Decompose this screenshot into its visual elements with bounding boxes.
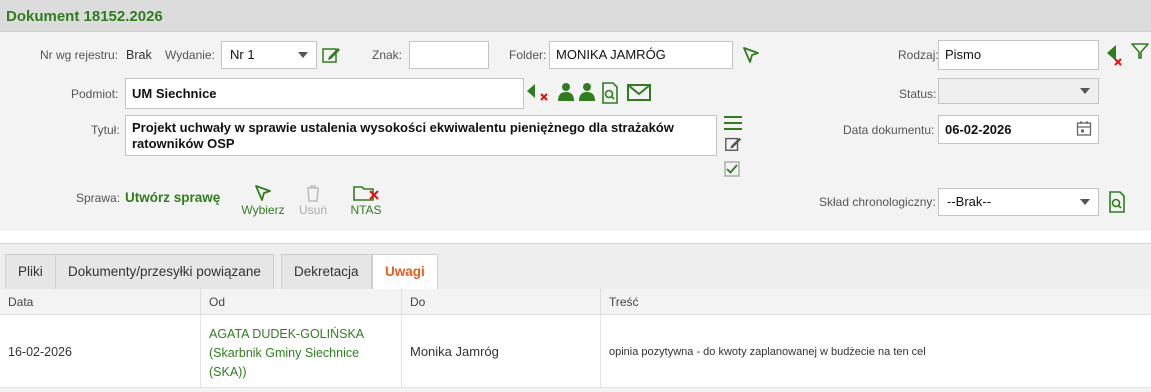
person-icon[interactable]	[557, 82, 575, 102]
chevron-down-icon	[298, 52, 308, 58]
table-footer-strip	[0, 388, 1151, 392]
tab-pliki[interactable]: Pliki	[5, 254, 56, 290]
podmiot-input[interactable]: UM Siechnice	[125, 78, 524, 109]
wydanie-label: Wydanie:	[165, 48, 215, 62]
status-label: Status:	[899, 87, 937, 101]
rodzaj-label: Rodzaj:	[898, 48, 939, 62]
wydanie-select[interactable]: Nr 1	[221, 41, 317, 69]
usun-label: Usuń	[298, 203, 327, 217]
data-dokumentu-input[interactable]: 06-02-2026	[938, 115, 1099, 144]
folder-delete-icon	[353, 186, 379, 201]
folder-label: Folder:	[509, 48, 547, 62]
status-select[interactable]	[938, 78, 1099, 104]
tabs-bar: Pliki Dokumenty/przesyłki powiązane Dekr…	[0, 243, 1151, 290]
data-dokumentu-label: Data dokumentu:	[843, 123, 935, 137]
cell-data: 16-02-2026	[8, 345, 72, 359]
utworz-sprawe-link[interactable]: Utwórz sprawę	[125, 190, 220, 205]
sklad-label: Skład chronologiczny:	[819, 195, 936, 209]
tytul-textarea[interactable]: Projekt uchwały w sprawie ustalenia wyso…	[125, 115, 717, 156]
back-arrow-delete-icon[interactable]	[526, 82, 552, 104]
filter-icon[interactable]	[1130, 42, 1150, 60]
table-header: Data Od Do Treść	[0, 289, 1151, 315]
znak-input[interactable]	[409, 41, 489, 69]
folder-input[interactable]: MONIKA JAMRÓG	[549, 41, 733, 69]
nr-label: Nr wg rejestru:	[40, 48, 119, 62]
rodzaj-input[interactable]: Pismo	[938, 40, 1099, 70]
od-line: (SKA))	[209, 365, 247, 379]
od-line: AGATA DUDEK-GOLIŃSKA	[209, 327, 365, 341]
window-title: Dokument 18152.2026	[6, 8, 163, 25]
cell-do: Monika Jamróg	[401, 316, 600, 388]
sprawa-label: Sprawa:	[76, 191, 121, 205]
col-tresc[interactable]: Treść	[600, 289, 639, 315]
znak-label: Znak:	[372, 48, 403, 62]
list-icon[interactable]	[723, 115, 743, 131]
edit-icon[interactable]	[723, 135, 743, 153]
sklad-value: --Brak--	[947, 194, 992, 209]
chevron-down-icon	[1080, 199, 1090, 205]
data-dokumentu-value: 06-02-2026	[945, 122, 1012, 137]
person-icon[interactable]	[578, 82, 596, 102]
col-od[interactable]: Od	[200, 289, 225, 315]
cell-tresc: opinia pozytywna - do kwoty zaplanowanej…	[600, 316, 1151, 388]
edit-icon[interactable]	[321, 45, 341, 65]
back-arrow-delete-icon[interactable]	[1104, 42, 1124, 66]
wybierz-label: Wybierz	[241, 203, 285, 217]
col-data[interactable]: Data	[0, 289, 33, 315]
calendar-icon[interactable]	[1076, 120, 1092, 136]
usun-button[interactable]: Usuń	[296, 184, 330, 220]
chevron-down-icon	[1080, 88, 1090, 94]
ntas-label: NTAS	[350, 203, 382, 217]
wybierz-button[interactable]: Wybierz	[240, 184, 286, 220]
cell-od[interactable]: AGATA DUDEK-GOLIŃSKA (Skarbnik Gminy Sie…	[200, 316, 401, 388]
tab-dokumenty-powiazane[interactable]: Dokumenty/przesyłki powiązane	[55, 254, 274, 290]
table-row[interactable]: 16-02-2026 AGATA DUDEK-GOLIŃSKA (Skarbni…	[0, 316, 1151, 388]
envelope-icon[interactable]	[627, 84, 651, 102]
trash-icon	[307, 185, 319, 202]
col-do[interactable]: Do	[401, 289, 425, 315]
podmiot-label: Podmiot:	[71, 87, 119, 101]
ntas-button[interactable]: NTAS	[347, 184, 385, 220]
title-bar: Dokument 18152.2026	[0, 0, 1151, 32]
wydanie-value: Nr 1	[230, 47, 255, 62]
document-search-icon[interactable]	[601, 82, 619, 104]
separator	[0, 231, 1151, 243]
checkmark-icon[interactable]	[724, 161, 740, 177]
document-search-icon[interactable]	[1108, 191, 1126, 213]
tab-uwagi[interactable]: Uwagi	[372, 254, 438, 290]
tytul-label: Tytuł:	[91, 123, 120, 137]
od-line: (Skarbnik Gminy Siechnice	[209, 346, 360, 360]
nr-value: Brak	[126, 48, 152, 62]
sklad-select[interactable]: --Brak--	[938, 188, 1099, 216]
pointer-icon	[255, 185, 271, 201]
tab-dekretacja[interactable]: Dekretacja	[281, 254, 372, 290]
pointer-icon[interactable]	[742, 46, 760, 64]
